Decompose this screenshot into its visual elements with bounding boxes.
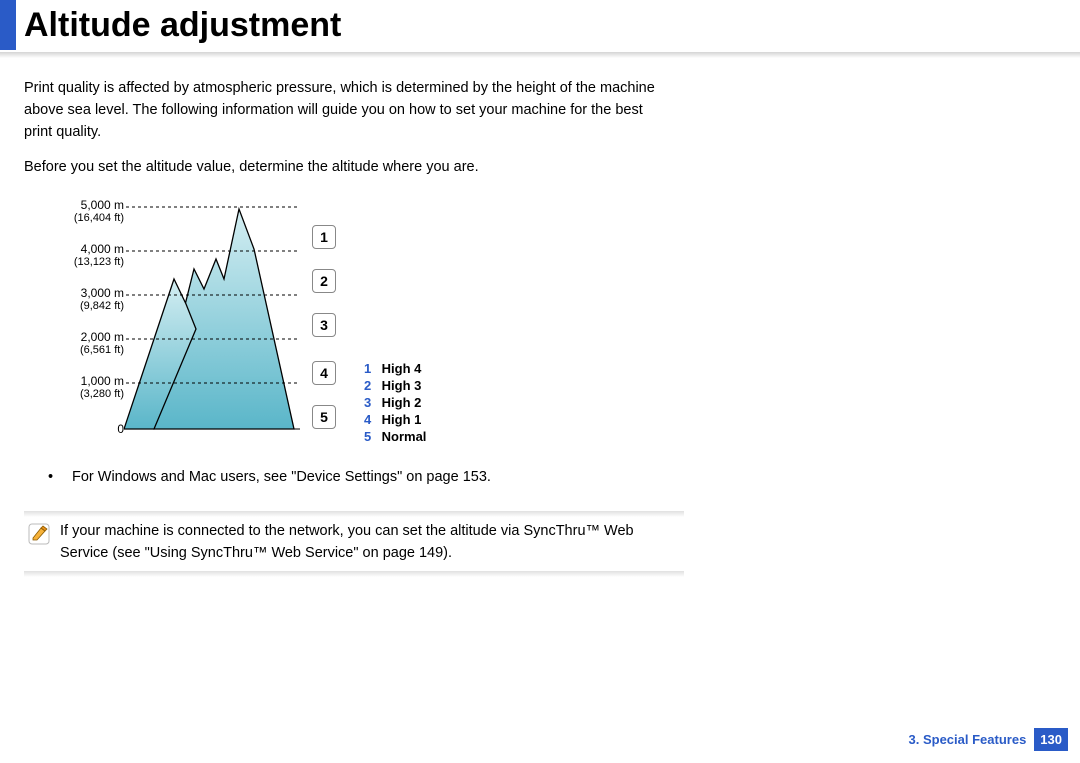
legend-row: 2 High 3 (364, 378, 426, 393)
page-header: Altitude adjustment (0, 0, 1080, 50)
zone-box-5: 5 (312, 405, 336, 429)
legend-num: 2 (364, 378, 378, 393)
alt-m: 0 (117, 423, 124, 436)
zone-box-3: 3 (312, 313, 336, 337)
page-footer: 3. Special Features 130 (909, 728, 1068, 751)
zone-box-1: 1 (312, 225, 336, 249)
alt-label-0: 0 (117, 423, 124, 436)
bullet-item: • For Windows and Mac users, see "Device… (48, 469, 660, 485)
legend-text: High 1 (382, 412, 422, 427)
page-title: Altitude adjustment (16, 0, 341, 50)
legend-row: 3 High 2 (364, 395, 426, 410)
alt-label-4000: 4,000 m (13,123 ft) (74, 243, 124, 268)
legend-text: High 2 (382, 395, 422, 410)
alt-label-2000: 2,000 m (6,561 ft) (80, 331, 124, 356)
legend-num: 3 (364, 395, 378, 410)
alt-m: 5,000 m (74, 199, 124, 212)
legend-text: High 3 (382, 378, 422, 393)
altitude-diagram: 5,000 m (16,404 ft) 4,000 m (13,123 ft) … (24, 199, 660, 459)
mountain-icon (124, 199, 304, 439)
footer-page-number: 130 (1034, 728, 1068, 751)
note-divider-bottom (24, 571, 684, 577)
bullet-marker: • (48, 469, 72, 485)
alt-ft: (6,561 ft) (80, 344, 124, 356)
zone-box-2: 2 (312, 269, 336, 293)
footer-chapter: 3. Special Features (909, 732, 1027, 747)
legend-num: 1 (364, 361, 378, 376)
zone-box-4: 4 (312, 361, 336, 385)
legend-row: 1 High 4 (364, 361, 426, 376)
alt-m: 4,000 m (74, 243, 124, 256)
alt-ft: (13,123 ft) (74, 256, 124, 268)
alt-label-1000: 1,000 m (3,280 ft) (80, 375, 124, 400)
alt-ft: (3,280 ft) (80, 388, 124, 400)
legend-row: 4 High 1 (364, 412, 426, 427)
bullet-text: For Windows and Mac users, see "Device S… (72, 469, 491, 485)
intro-paragraph-1: Print quality is affected by atmospheric… (24, 78, 660, 143)
alt-m: 2,000 m (80, 331, 124, 344)
note-text: If your machine is connected to the netw… (52, 521, 678, 565)
alt-m: 1,000 m (80, 375, 124, 388)
intro-paragraph-2: Before you set the altitude value, deter… (24, 157, 660, 179)
note-divider-top (24, 511, 684, 517)
legend-text: High 4 (382, 361, 422, 376)
legend-text: Normal (382, 429, 427, 444)
alt-m: 3,000 m (80, 287, 124, 300)
alt-label-3000: 3,000 m (9,842 ft) (80, 287, 124, 312)
alt-ft: (9,842 ft) (80, 300, 124, 312)
legend-row: 5 Normal (364, 429, 426, 444)
note-box: If your machine is connected to the netw… (28, 521, 678, 565)
header-accent-bar (0, 0, 16, 50)
main-content: Print quality is affected by atmospheric… (0, 58, 660, 485)
note-icon (28, 521, 52, 565)
legend-num: 5 (364, 429, 378, 444)
zone-legend: 1 High 4 2 High 3 3 High 2 4 High 1 5 No… (364, 361, 426, 446)
alt-label-5000: 5,000 m (16,404 ft) (74, 199, 124, 224)
legend-num: 4 (364, 412, 378, 427)
alt-ft: (16,404 ft) (74, 212, 124, 224)
